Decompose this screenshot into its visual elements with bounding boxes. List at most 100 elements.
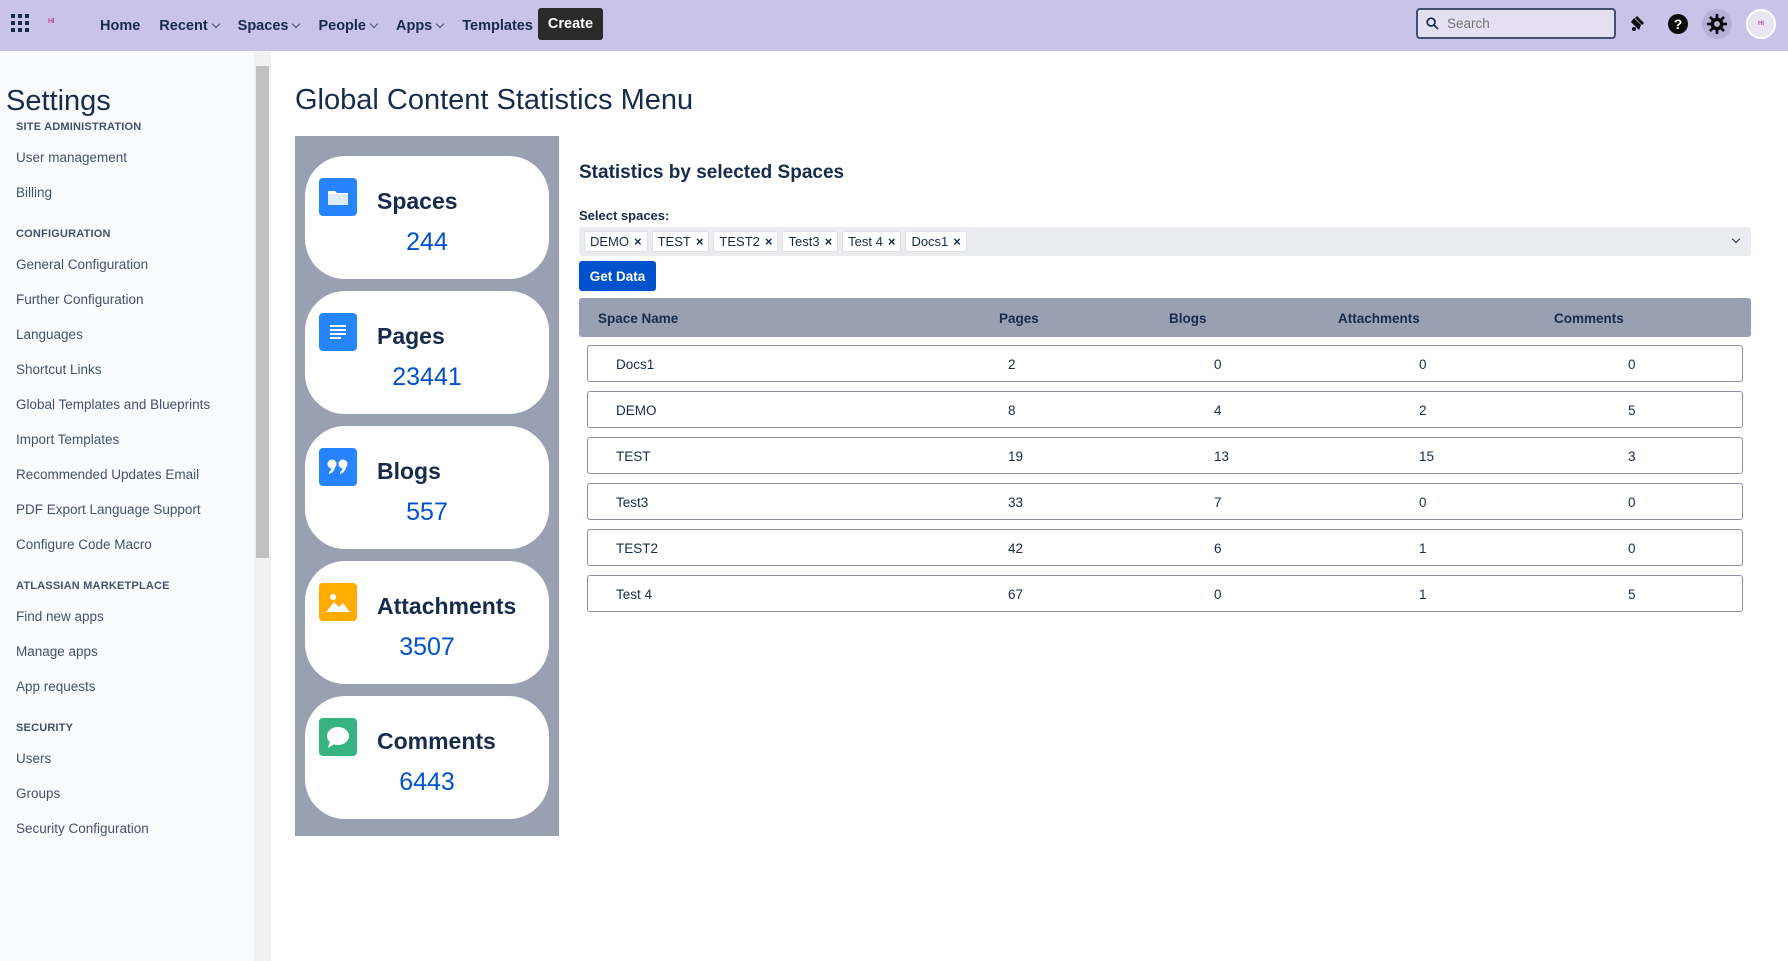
column-header-pages[interactable]: Pages	[999, 311, 1039, 326]
sidebar-item-languages[interactable]: Languages	[16, 327, 83, 342]
remove-tag-icon[interactable]: ×	[953, 234, 961, 249]
sidebar-scrollbar[interactable]	[254, 51, 271, 961]
column-header-blogs[interactable]: Blogs	[1169, 311, 1207, 326]
cell-blogs: 13	[1214, 449, 1230, 464]
stat-value: 6443	[399, 768, 455, 796]
folder-icon	[319, 178, 357, 216]
sidebar-item-import-templates[interactable]: Import Templates	[16, 432, 119, 447]
cell-pages: 33	[1008, 495, 1024, 510]
stat-card-attachments: Attachments 3507	[305, 561, 549, 684]
column-header-comments[interactable]: Comments	[1554, 311, 1624, 326]
cell-space-name: TEST2	[616, 541, 659, 556]
notifications-button[interactable]	[1624, 10, 1652, 38]
create-button[interactable]: Create	[538, 8, 603, 40]
sidebar-item-manage-apps[interactable]: Manage apps	[16, 644, 98, 659]
scrollbar-thumb[interactable]	[256, 66, 269, 558]
cell-pages: 42	[1008, 541, 1024, 556]
bell-icon	[1631, 16, 1644, 31]
sidebar-item-global-templates-and-blueprints[interactable]: Global Templates and Blueprints	[16, 397, 210, 412]
sidebar-section-security: SECURITY	[16, 722, 74, 734]
space-tag-label: TEST2	[719, 234, 760, 249]
stat-label: Attachments	[377, 593, 517, 619]
search-input[interactable]	[1447, 16, 1607, 31]
table-row[interactable]: TEST 19 13 15 3	[587, 437, 1743, 474]
chevron-down-icon	[436, 19, 445, 28]
cell-attachments: 15	[1419, 449, 1435, 464]
user-avatar[interactable]: HI	[1746, 9, 1776, 39]
search-box[interactable]	[1416, 8, 1616, 39]
column-header-attachments[interactable]: Attachments	[1338, 311, 1420, 326]
sidebar-item-recommended-updates-email[interactable]: Recommended Updates Email	[16, 467, 199, 482]
nav-label: People	[318, 17, 366, 34]
space-tag-label: Docs1	[911, 234, 949, 249]
cell-comments: 5	[1628, 587, 1636, 602]
chevron-down-icon[interactable]	[1731, 234, 1741, 244]
settings-button[interactable]	[1702, 9, 1732, 39]
cell-space-name: Test3	[616, 495, 649, 510]
cell-space-name: Test 4	[616, 587, 653, 602]
stat-card-comments: Comments 6443	[305, 696, 549, 819]
sidebar-item-security-configuration[interactable]: Security Configuration	[16, 821, 149, 836]
cell-attachments: 0	[1419, 357, 1427, 372]
space-multiselect[interactable]: DEMO × TEST × TEST2 × Test3 × Test 4 × Docs1 ×	[579, 227, 1751, 256]
remove-tag-icon[interactable]: ×	[888, 234, 896, 249]
cell-pages: 19	[1008, 449, 1024, 464]
table-row[interactable]: Test3 33 7 0 0	[587, 483, 1743, 520]
image-icon	[319, 583, 357, 621]
chevron-down-icon	[292, 19, 301, 28]
table-row[interactable]: DEMO 8 4 2 5	[587, 391, 1743, 428]
sidebar-item-app-requests[interactable]: App requests	[16, 679, 96, 694]
sidebar-item-pdf-export-language-support[interactable]: PDF Export Language Support	[16, 502, 201, 517]
nav-apps[interactable]: Apps	[396, 17, 445, 34]
nav-people[interactable]: People	[318, 17, 379, 34]
sidebar-item-billing[interactable]: Billing	[16, 185, 52, 200]
space-tag-label: DEMO	[590, 234, 629, 249]
cell-space-name: DEMO	[616, 403, 657, 418]
sidebar-item-users[interactable]: Users	[16, 751, 51, 766]
remove-tag-icon[interactable]: ×	[765, 234, 773, 249]
stat-value: 244	[406, 228, 448, 256]
help-button[interactable]: ?	[1664, 10, 1692, 38]
column-header-space-name[interactable]: Space Name	[598, 311, 678, 326]
nav-label: Templates	[462, 17, 533, 34]
app-switcher-grid-icon[interactable]	[11, 14, 29, 32]
cell-blogs: 0	[1214, 357, 1222, 372]
nav-home[interactable]: Home	[100, 18, 140, 34]
cell-blogs: 0	[1214, 587, 1222, 602]
cell-comments: 5	[1628, 403, 1636, 418]
site-logo[interactable]: HI	[48, 18, 55, 25]
sidebar-item-configure-code-macro[interactable]: Configure Code Macro	[16, 537, 152, 552]
gear-icon	[1706, 13, 1728, 35]
sidebar-item-find-new-apps[interactable]: Find new apps	[16, 609, 104, 624]
nav-templates[interactable]: Templates	[462, 18, 533, 34]
cell-attachments: 1	[1419, 541, 1427, 556]
space-tag-test3: Test3 ×	[782, 231, 839, 252]
table-row[interactable]: TEST2 42 6 1 0	[587, 529, 1743, 566]
get-data-button[interactable]: Get Data	[579, 261, 656, 291]
remove-tag-icon[interactable]: ×	[696, 234, 704, 249]
cell-pages: 8	[1008, 403, 1016, 418]
table-row[interactable]: Test 4 67 0 1 5	[587, 575, 1743, 612]
table-row[interactable]: Docs1 2 0 0 0	[587, 345, 1743, 382]
sidebar-item-user-management[interactable]: User management	[16, 150, 127, 165]
sidebar-item-general-configuration[interactable]: General Configuration	[16, 257, 148, 272]
sidebar-item-further-configuration[interactable]: Further Configuration	[16, 292, 144, 307]
space-tag-demo: DEMO ×	[584, 231, 648, 252]
cell-attachments: 2	[1419, 403, 1427, 418]
nav-label: Spaces	[237, 17, 289, 34]
cell-comments: 0	[1628, 495, 1636, 510]
remove-tag-icon[interactable]: ×	[634, 234, 642, 249]
select-spaces-label: Select spaces:	[579, 208, 670, 223]
sidebar-item-groups[interactable]: Groups	[16, 786, 60, 801]
cell-comments: 3	[1628, 449, 1636, 464]
cell-blogs: 4	[1214, 403, 1222, 418]
section-title: Statistics by selected Spaces	[579, 162, 845, 183]
nav-spaces[interactable]: Spaces	[237, 17, 301, 34]
stat-label: Comments	[377, 728, 496, 754]
cell-space-name: Docs1	[616, 357, 655, 372]
nav-label: Apps	[396, 17, 433, 34]
sidebar-item-shortcut-links[interactable]: Shortcut Links	[16, 362, 102, 377]
nav-recent[interactable]: Recent	[159, 18, 220, 34]
remove-tag-icon[interactable]: ×	[825, 234, 833, 249]
stat-label: Spaces	[377, 188, 458, 214]
